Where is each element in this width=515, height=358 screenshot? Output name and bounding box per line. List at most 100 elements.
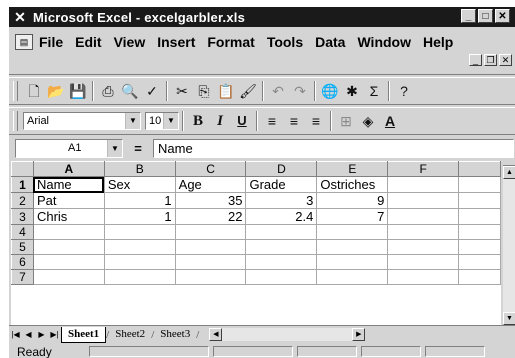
- cell[interactable]: [245, 254, 318, 270]
- new-icon[interactable]: 🗋: [23, 80, 45, 102]
- cell[interactable]: [103, 269, 176, 285]
- cell[interactable]: 9: [316, 192, 389, 209]
- cell[interactable]: [316, 269, 389, 285]
- cell[interactable]: [387, 224, 460, 240]
- fill-color-icon[interactable]: ◈: [357, 110, 379, 132]
- cell[interactable]: [316, 239, 389, 255]
- save-icon[interactable]: 💾: [67, 80, 89, 102]
- align-center-icon[interactable]: ≡: [283, 110, 305, 132]
- italic-icon[interactable]: I: [209, 110, 231, 132]
- cell[interactable]: 3: [245, 192, 318, 209]
- cell[interactable]: Sex: [103, 176, 176, 193]
- menu-tools[interactable]: Tools: [267, 34, 303, 50]
- row-header[interactable]: 1: [11, 176, 34, 193]
- chevron-down-icon[interactable]: ▼: [163, 113, 178, 129]
- next-sheet-icon[interactable]: ▶: [35, 328, 48, 341]
- format-painter-icon[interactable]: 🖌: [237, 80, 259, 102]
- cell[interactable]: [174, 269, 247, 285]
- minimize-button[interactable]: _: [461, 9, 476, 23]
- cell[interactable]: [316, 254, 389, 270]
- chevron-down-icon[interactable]: ▼: [125, 113, 140, 129]
- toolbar-grip[interactable]: [13, 81, 18, 101]
- horizontal-scrollbar[interactable]: ◀ ▶: [209, 328, 366, 341]
- cell[interactable]: Age: [174, 176, 247, 193]
- align-left-icon[interactable]: ≡: [261, 110, 283, 132]
- cell[interactable]: 7: [316, 208, 389, 225]
- cell[interactable]: [458, 224, 501, 240]
- cell[interactable]: [458, 239, 501, 255]
- help-icon[interactable]: ?: [393, 80, 415, 102]
- align-right-icon[interactable]: ≡: [305, 110, 327, 132]
- web-toolbar-icon[interactable]: ✱: [341, 80, 363, 102]
- cell[interactable]: [174, 254, 247, 270]
- equals-sign[interactable]: =: [123, 141, 153, 156]
- cell[interactable]: 1: [103, 208, 176, 225]
- menu-data[interactable]: Data: [315, 34, 345, 50]
- select-all-button[interactable]: [11, 161, 34, 177]
- cell[interactable]: [316, 224, 389, 240]
- cell[interactable]: [458, 176, 501, 193]
- menu-view[interactable]: View: [114, 34, 146, 50]
- toolbar-grip[interactable]: [13, 111, 18, 131]
- cell[interactable]: [103, 224, 176, 240]
- first-sheet-icon[interactable]: |◀: [9, 328, 22, 341]
- worksheet-grid[interactable]: A B C D E F 1 Name Sex Age Grade Ostriches 2 Pa…: [11, 161, 501, 325]
- print-preview-icon[interactable]: 🔍: [119, 80, 141, 102]
- menu-help[interactable]: Help: [423, 34, 453, 50]
- cell[interactable]: Name: [32, 176, 105, 193]
- doc-minimize-button[interactable]: _: [469, 54, 482, 66]
- cell[interactable]: [458, 208, 501, 225]
- redo-icon[interactable]: ↷: [289, 80, 311, 102]
- cell[interactable]: [387, 192, 460, 209]
- vertical-scrollbar[interactable]: ▲ ▼: [503, 161, 515, 325]
- cell[interactable]: 22: [174, 208, 247, 225]
- sheet-tab[interactable]: Sheet3: [154, 327, 196, 342]
- cell[interactable]: [387, 208, 460, 225]
- cell[interactable]: [245, 239, 318, 255]
- cell[interactable]: [103, 254, 176, 270]
- cell[interactable]: [458, 254, 501, 270]
- scroll-up-icon[interactable]: ▲: [503, 166, 515, 179]
- cell[interactable]: [32, 269, 105, 285]
- menu-edit[interactable]: Edit: [75, 34, 101, 50]
- scroll-right-icon[interactable]: ▶: [352, 328, 366, 341]
- column-header[interactable]: E: [316, 161, 389, 177]
- title-bar[interactable]: ✕ Microsoft Excel - excelgarbler.xls _ □…: [9, 7, 515, 27]
- menu-file[interactable]: File: [39, 34, 63, 50]
- cell[interactable]: [174, 239, 247, 255]
- excel-icon[interactable]: ✕: [11, 9, 29, 26]
- bold-icon[interactable]: B: [187, 110, 209, 132]
- row-header[interactable]: 6: [11, 254, 34, 270]
- cell[interactable]: [245, 269, 318, 285]
- font-color-icon[interactable]: A: [379, 110, 401, 132]
- cell[interactable]: [32, 254, 105, 270]
- font-size-combo[interactable]: 10 ▼: [145, 112, 179, 130]
- column-header[interactable]: F: [387, 161, 460, 177]
- close-button[interactable]: ✕: [495, 9, 510, 23]
- spelling-icon[interactable]: ✓: [141, 80, 163, 102]
- menu-window[interactable]: Window: [357, 34, 411, 50]
- cell[interactable]: [32, 239, 105, 255]
- cell[interactable]: Pat: [32, 192, 105, 209]
- cut-icon[interactable]: ✂: [171, 80, 193, 102]
- cell[interactable]: [103, 239, 176, 255]
- chevron-down-icon[interactable]: ▼: [107, 139, 122, 157]
- autosum-icon[interactable]: Σ: [363, 80, 385, 102]
- scroll-down-icon[interactable]: ▼: [503, 312, 515, 325]
- cell[interactable]: 35: [174, 192, 247, 209]
- cell[interactable]: [387, 239, 460, 255]
- cell[interactable]: [387, 254, 460, 270]
- open-icon[interactable]: 📂: [45, 80, 67, 102]
- cell[interactable]: 2.4: [245, 208, 318, 225]
- row-header[interactable]: 3: [11, 208, 34, 225]
- cell[interactable]: [387, 176, 460, 193]
- cell[interactable]: [245, 224, 318, 240]
- cell[interactable]: Grade: [245, 176, 318, 193]
- paste-icon[interactable]: 📋: [215, 80, 237, 102]
- cell[interactable]: [174, 224, 247, 240]
- doc-restore-button[interactable]: ❐: [484, 54, 497, 66]
- maximize-button[interactable]: □: [478, 9, 493, 23]
- column-header[interactable]: B: [103, 161, 176, 177]
- row-header[interactable]: 4: [11, 224, 34, 240]
- formula-input[interactable]: Name: [153, 138, 514, 158]
